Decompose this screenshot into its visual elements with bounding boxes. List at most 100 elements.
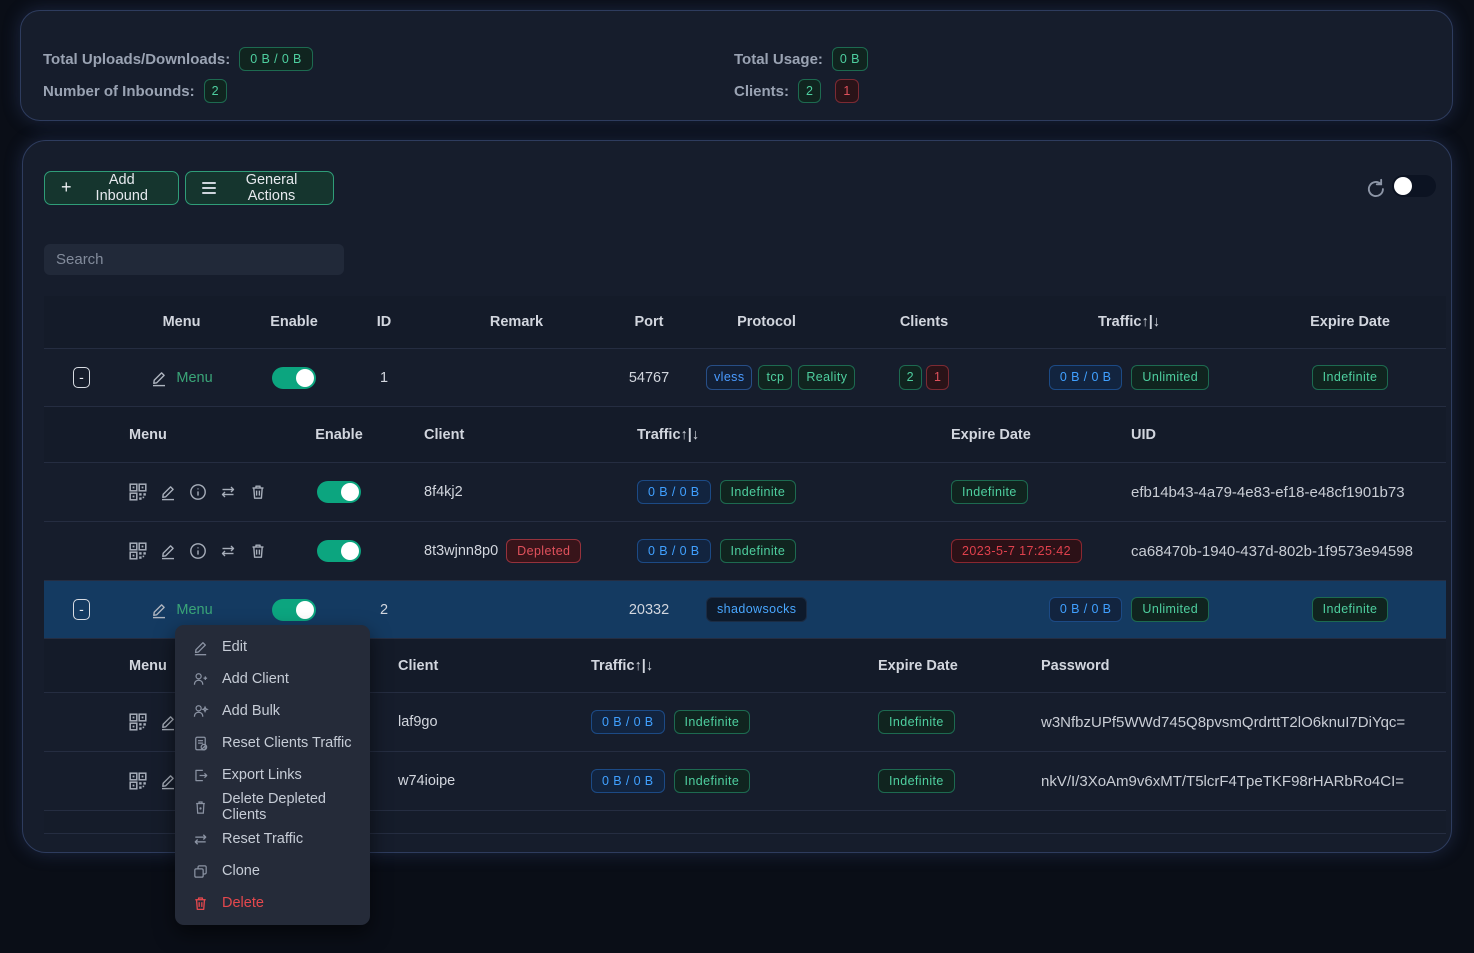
menu-lines-icon <box>202 182 216 194</box>
trash-icon[interactable] <box>249 542 267 560</box>
header-protocol: Protocol <box>689 314 844 330</box>
menu-item-edit[interactable]: Edit <box>175 631 370 663</box>
enable-switch[interactable] <box>317 540 361 562</box>
menu-item-delete[interactable]: Delete <box>175 887 370 919</box>
header-enable: Enable <box>244 314 344 330</box>
qr-code-icon[interactable] <box>129 483 147 501</box>
stat-label: Total Uploads/Downloads: <box>43 51 230 68</box>
header-traffic[interactable]: Traffic↑|↓ <box>559 658 839 674</box>
inbounds-header-row: Menu Enable ID Remark Port Protocol Clie… <box>44 296 1446 349</box>
traffic-badge: 0 B / 0 B <box>637 480 711 505</box>
minus-icon: - <box>79 602 84 616</box>
client-password: w3NfbzUPf5WWd745Q8pvsmQrdrttT2lO6knuI7Di… <box>1034 714 1446 731</box>
header-client: Client <box>384 658 559 674</box>
header-id: ID <box>344 314 424 330</box>
traffic-cap-badge: Indefinite <box>720 480 797 505</box>
header-enable: Enable <box>294 427 384 443</box>
stat-badge: 0 B / 0 B <box>239 47 313 72</box>
stat-label: Clients: <box>734 83 789 100</box>
menu-item-clone[interactable]: Clone <box>175 855 370 887</box>
client-name: 8f4kj2 <box>384 484 584 500</box>
edit-icon[interactable] <box>159 483 177 501</box>
expire-badge: Indefinite <box>951 480 1028 505</box>
stat-badge: 0 B <box>832 47 868 72</box>
traffic-badge: 0 B / 0 B <box>637 539 711 564</box>
menu-item-label: Delete Depleted Clients <box>222 791 370 823</box>
menu-item-label: Clone <box>222 863 260 879</box>
header-menu: Menu <box>119 314 244 330</box>
trash-icon[interactable] <box>249 483 267 501</box>
clients-depleted-badge: 1 <box>926 365 949 390</box>
header-remark: Remark <box>424 314 609 330</box>
collapse-row-button[interactable]: - <box>73 367 90 388</box>
enable-switch[interactable] <box>272 367 316 389</box>
enable-switch[interactable] <box>317 481 361 503</box>
expire-badge: Indefinite <box>1312 597 1389 622</box>
client-name: 8t3wjnn8p0 <box>424 543 498 559</box>
delete-icon <box>192 895 209 912</box>
client-password: nkV/I/3XoAm9v6xMT/T5lcrF4TpeTKF98rHARbRo… <box>1034 773 1446 790</box>
collapse-row-button[interactable]: - <box>73 599 90 620</box>
reset-traffic-icon[interactable] <box>219 542 237 560</box>
delete-depleted-icon <box>192 799 209 816</box>
expire-badge: Indefinite <box>878 710 955 735</box>
header-uid: UID <box>1114 427 1446 443</box>
menu-item-reset-traffic[interactable]: Reset Traffic <box>175 823 370 855</box>
menu-item-add-client[interactable]: Add Client <box>175 663 370 695</box>
info-icon[interactable] <box>189 483 207 501</box>
general-actions-button[interactable]: General Actions <box>185 171 334 205</box>
traffic-cap-badge: Unlimited <box>1131 597 1209 622</box>
add-inbound-label: Add Inbound <box>82 172 162 204</box>
menu-item-label: Reset Clients Traffic <box>222 735 351 751</box>
client-uid: ca68470b-1940-437d-802b-1f9573e94598 <box>1114 543 1446 560</box>
row-menu-label: Menu <box>176 602 212 618</box>
traffic-cap-badge: Indefinite <box>674 710 751 735</box>
inbound-id: 1 <box>344 370 424 386</box>
traffic-cap-badge: Indefinite <box>674 769 751 794</box>
menu-item-add-bulk[interactable]: Add Bulk <box>175 695 370 727</box>
header-traffic[interactable]: Traffic↑|↓ <box>584 427 884 443</box>
stat-label: Total Usage: <box>734 51 823 68</box>
stat-total-usage: Total Usage: 0 B <box>734 47 868 71</box>
plus-icon: + <box>61 177 72 198</box>
qr-code-icon[interactable] <box>129 713 147 731</box>
dark-mode-toggle[interactable] <box>1392 175 1436 197</box>
row-menu-button[interactable]: Menu <box>150 369 212 387</box>
clients-depleted-badge: 1 <box>835 79 858 104</box>
enable-switch[interactable] <box>272 599 316 621</box>
stat-badge: 2 <box>204 79 227 104</box>
header-traffic[interactable]: Traffic↑|↓ <box>1004 314 1254 330</box>
inbound-id: 2 <box>344 602 424 618</box>
info-icon[interactable] <box>189 542 207 560</box>
clients-active-badge: 2 <box>798 79 821 104</box>
edit-icon[interactable] <box>159 542 177 560</box>
edit-icon <box>150 601 168 619</box>
reset-traffic-icon[interactable] <box>219 483 237 501</box>
traffic-badge: 0 B / 0 B <box>1049 597 1123 622</box>
add-inbound-button[interactable]: + Add Inbound <box>44 171 179 205</box>
qr-code-icon[interactable] <box>129 542 147 560</box>
row-menu-label: Menu <box>176 370 212 386</box>
menu-item-label: Edit <box>222 639 247 655</box>
protocol-badge: tcp <box>758 365 792 390</box>
menu-item-export-links[interactable]: Export Links <box>175 759 370 791</box>
qr-code-icon[interactable] <box>129 772 147 790</box>
header-expire-date: Expire Date <box>884 427 1114 443</box>
search-input[interactable] <box>44 244 344 275</box>
add-client-icon <box>192 671 209 688</box>
stat-label: Number of Inbounds: <box>43 83 195 100</box>
menu-item-delete-depleted-clients[interactable]: Delete Depleted Clients <box>175 791 370 823</box>
menu-item-reset-clients-traffic[interactable]: Reset Clients Traffic <box>175 727 370 759</box>
clients-active-badge: 2 <box>899 365 922 390</box>
header-expire-date: Expire Date <box>1254 314 1446 330</box>
edit-icon <box>150 369 168 387</box>
header-port: Port <box>609 314 689 330</box>
traffic-cap-badge: Indefinite <box>720 539 797 564</box>
export-links-icon <box>192 767 209 784</box>
row-menu-button[interactable]: Menu <box>150 601 212 619</box>
inbound-port: 54767 <box>609 370 689 386</box>
traffic-badge: 0 B / 0 B <box>591 769 665 794</box>
inbound-context-menu: Edit Add Client Add Bulk Reset Clients T… <box>175 625 370 925</box>
add-bulk-icon <box>192 703 209 720</box>
refresh-icon[interactable] <box>1364 177 1386 199</box>
